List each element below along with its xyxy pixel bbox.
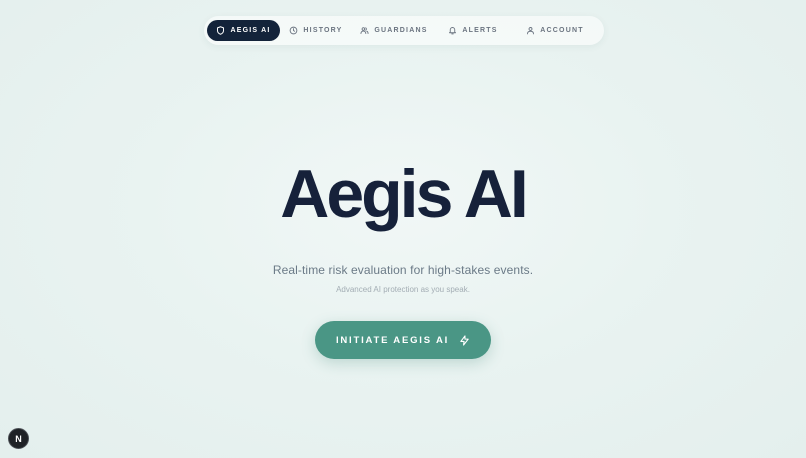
- user-icon: [527, 27, 535, 35]
- badge-letter: N: [15, 433, 22, 444]
- nav-item-label: AEGIS AI: [230, 27, 271, 34]
- nav-item-alerts[interactable]: ALERTS: [436, 20, 510, 41]
- nav-item-aegis-ai[interactable]: AEGIS AI: [207, 20, 280, 41]
- zap-icon: [460, 334, 469, 346]
- nav-item-history[interactable]: HISTORY: [280, 20, 352, 41]
- clock-icon: [290, 26, 298, 35]
- nav-item-label: ACCOUNT: [540, 27, 584, 34]
- hero-subtitle: Real-time risk evaluation for high-stake…: [272, 263, 534, 277]
- hero-tagline: Advanced AI protection as you speak.: [336, 285, 470, 294]
- initiate-aegis-button[interactable]: INITIATE AEGIS AI: [315, 321, 491, 359]
- page-title: Aegis AI: [280, 156, 529, 232]
- nav-item-account[interactable]: ACCOUNT: [510, 20, 600, 41]
- cta-label: INITIATE AEGIS AI: [335, 334, 450, 346]
- nav-item-label: ALERTS: [462, 27, 498, 34]
- dev-tools-badge[interactable]: N: [8, 428, 29, 449]
- nav-item-guardians[interactable]: GUARDIANS: [352, 20, 436, 41]
- bell-icon: [449, 27, 457, 35]
- nav-item-label: GUARDIANS: [374, 27, 428, 34]
- top-nav: AEGIS AI HISTORY GUARDIANS ALERTS ACCOUN…: [204, 16, 604, 45]
- users-icon: [360, 27, 369, 34]
- nav-item-label: HISTORY: [303, 27, 343, 34]
- shield-icon: [217, 26, 225, 35]
